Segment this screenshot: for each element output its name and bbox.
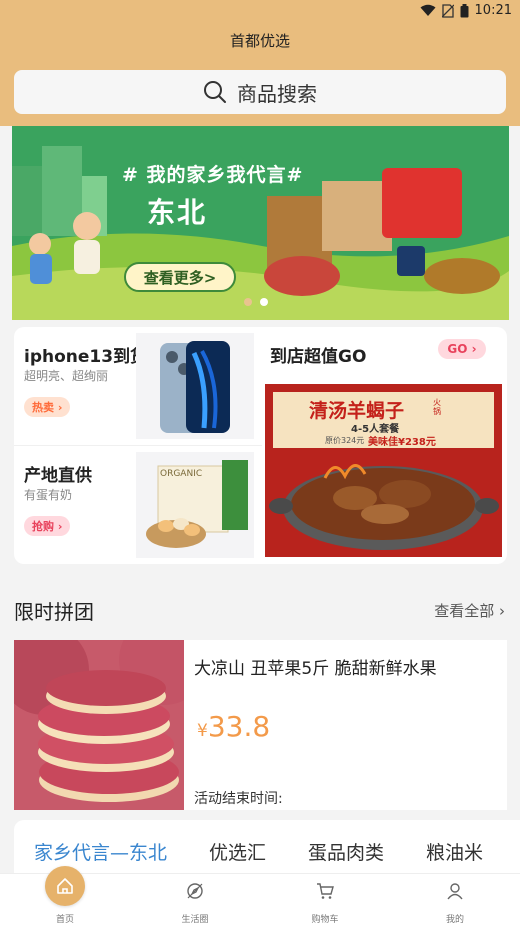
banner-background	[12, 126, 509, 320]
user-icon	[446, 882, 464, 904]
chevron-right-icon: ›	[54, 400, 63, 414]
iphone-promo-card[interactable]: iphone13到货 超明亮、超绚丽 热卖 ›	[14, 327, 262, 445]
battery-icon	[460, 3, 469, 17]
hotpot-name: 清汤羊蝎子	[309, 400, 405, 422]
tab-selection[interactable]: 优选汇	[209, 838, 266, 865]
hotpot-original-price: 原价324元	[325, 436, 365, 445]
group-buy-product-card[interactable]: 大凉山 丑苹果5斤 脆甜新鲜水果 ¥33.8 活动结束时间:	[14, 640, 507, 810]
currency-symbol: ¥	[197, 721, 208, 741]
search-icon	[204, 81, 226, 103]
activity-end-time: 活动结束时间:	[194, 791, 283, 807]
chevron-right-icon: ›	[467, 342, 477, 356]
category-tabs: 家乡代言—东北 优选汇 蛋品肉类 粮油米	[34, 838, 483, 865]
category-tab-bar: 家乡代言—东北 优选汇 蛋品肉类 粮油米	[14, 820, 520, 880]
organic-label: ORGANIC	[160, 469, 203, 479]
nav-life-circle-label: 生活圈	[181, 915, 209, 925]
carousel-dot[interactable]	[244, 298, 252, 306]
go-button[interactable]: GO ›	[438, 339, 486, 359]
hotpot-kind: 火锅	[433, 398, 441, 416]
price-value: 33.8	[207, 710, 271, 743]
view-all-link[interactable]: 查看全部 ›	[434, 600, 505, 621]
header: 首都优选 商品搜索	[0, 24, 520, 126]
hotpot-deal-price: 美味佳¥238元	[368, 437, 436, 448]
apple-product-image	[14, 640, 184, 810]
hot-sale-tag[interactable]: 热卖 ›	[24, 397, 71, 417]
status-time: 10:21	[474, 3, 512, 18]
search-input[interactable]: 商品搜索	[14, 70, 506, 114]
farm-subtitle: 有蛋有奶	[24, 488, 73, 502]
tab-eggs-meat[interactable]: 蛋品肉类	[308, 838, 384, 865]
store-deal-card[interactable]: 到店超值GO GO › 清汤羊蝎子 火锅 4-5人套餐 原价324元 美味佳¥2…	[262, 327, 507, 564]
status-bar: 10:21	[0, 0, 520, 24]
nav-cart-label: 购物车	[311, 915, 339, 925]
nav-home-label: 首页	[55, 915, 74, 925]
compass-icon	[186, 882, 204, 904]
status-icons: 10:21	[420, 3, 512, 18]
banner-region: 东北	[147, 196, 208, 229]
chevron-right-icon: ›	[54, 519, 63, 533]
iphone-title: iphone13到货	[24, 347, 148, 367]
wifi-icon	[420, 4, 436, 16]
view-more-button[interactable]: 查看更多>	[124, 262, 236, 292]
banner-slogan: # 我的家乡我代言#	[122, 164, 304, 186]
hot-sale-label: 热卖	[32, 401, 54, 414]
store-deal-title: 到店超值GO	[270, 347, 367, 367]
carousel-indicator[interactable]	[244, 298, 268, 306]
product-name: 大凉山 丑苹果5斤 脆甜新鲜水果	[194, 659, 437, 679]
farm-promo-card[interactable]: 产地直供 有蛋有奶 抢购 › ORGANIC	[14, 446, 262, 564]
grab-deal-label: 抢购	[32, 520, 54, 533]
page-title: 首都优选	[229, 32, 290, 50]
group-buy-title: 限时拼团	[14, 600, 94, 624]
tab-hometown-northeast[interactable]: 家乡代言—东北	[34, 838, 167, 865]
eggs-milk-image	[136, 452, 254, 558]
nav-item-mine[interactable]: 我的	[420, 874, 490, 927]
tab-grain-oil[interactable]: 粮油米	[426, 838, 483, 865]
hotpot-banner[interactable]: 清汤羊蝎子 火锅 4-5人套餐 原价324元 美味佳¥238元	[265, 384, 502, 557]
product-price: ¥33.8	[197, 710, 270, 743]
chevron-right-icon: ›	[499, 602, 505, 620]
farm-title: 产地直供	[24, 466, 92, 486]
hotpot-image	[269, 464, 499, 550]
nav-item-life-circle[interactable]: 生活圈	[160, 874, 230, 927]
nav-item-cart[interactable]: 购物车	[290, 874, 360, 927]
grab-deal-tag[interactable]: 抢购 ›	[24, 516, 71, 536]
promo-section: iphone13到货 超明亮、超绚丽 热卖 › 产地直供 有蛋有奶 抢购 › O…	[14, 327, 507, 564]
cart-icon	[316, 882, 334, 904]
nav-mine-label: 我的	[445, 915, 464, 925]
search-placeholder: 商品搜索	[237, 81, 317, 106]
hometown-banner[interactable]: # 我的家乡我代言# 东北 查看更多>	[12, 126, 509, 320]
iphone-image	[136, 333, 254, 439]
carousel-dot-active[interactable]	[260, 298, 268, 306]
home-icon[interactable]	[45, 866, 85, 906]
iphone-subtitle: 超明亮、超绚丽	[24, 369, 109, 383]
no-sim-icon	[441, 3, 454, 18]
go-label: GO	[447, 342, 468, 356]
view-all-label: 查看全部	[434, 602, 495, 620]
